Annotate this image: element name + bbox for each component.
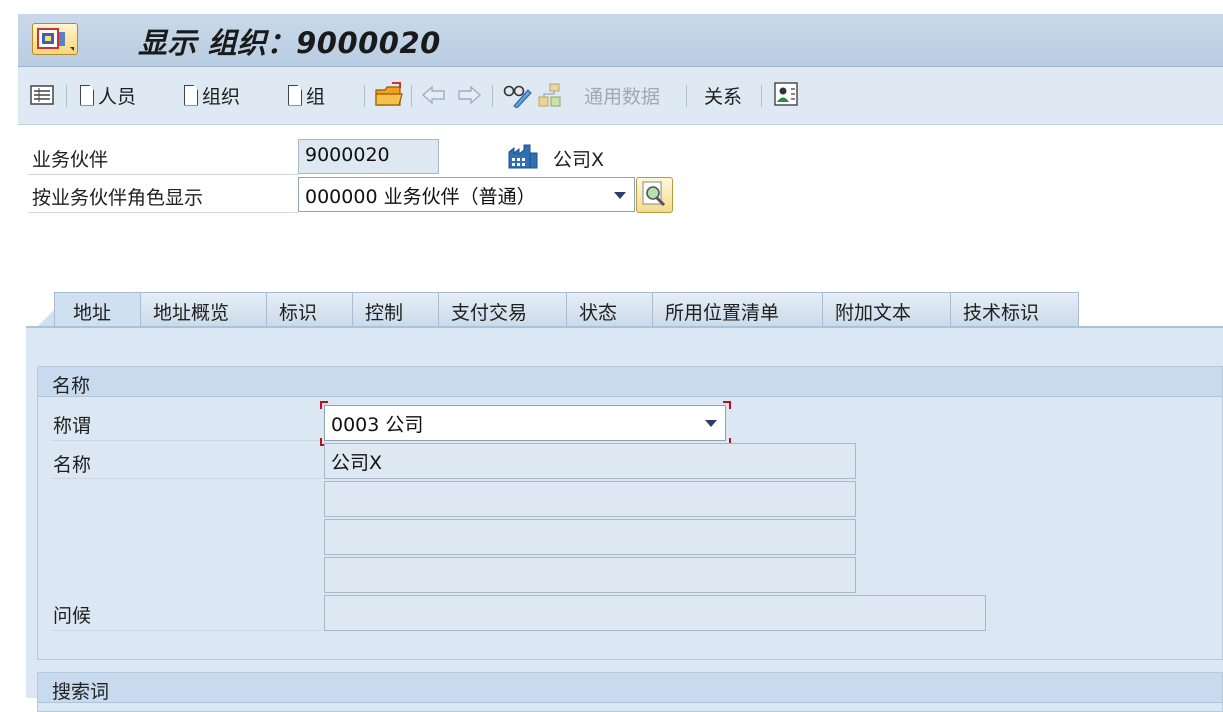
document-icon xyxy=(80,84,94,106)
dropdown-arrow-icon xyxy=(614,192,626,199)
system-menu-button[interactable] xyxy=(32,23,78,55)
hierarchy-button[interactable] xyxy=(536,81,564,109)
list-icon xyxy=(30,85,54,105)
document-icon xyxy=(288,84,302,106)
hierarchy-icon xyxy=(538,83,561,107)
name-line-1-field[interactable]: 公司X xyxy=(324,443,856,479)
organization-icon xyxy=(508,143,538,173)
greeting-field[interactable] xyxy=(324,595,986,631)
business-partner-label: 业务伙伴 xyxy=(32,149,109,171)
system-menu-icon xyxy=(37,28,65,49)
tab-address[interactable]: 地址 xyxy=(54,292,141,326)
row-divider xyxy=(28,212,298,213)
name-line-3-field[interactable] xyxy=(324,519,856,555)
menu-chevron-icon xyxy=(70,47,74,51)
tab-address-overview[interactable]: 地址概览 xyxy=(140,292,267,326)
salutation-select-value: 0003 公司 xyxy=(331,414,424,436)
page-title: 显示 组织：9000020 xyxy=(138,26,441,60)
toolbar-separator xyxy=(364,85,365,107)
toolbar-separator xyxy=(761,85,762,107)
arrow-right-icon xyxy=(458,85,482,105)
business-partner-name: 公司X xyxy=(553,149,605,171)
application-toolbar: 人员 组织 组 通用数据 关系 xyxy=(18,67,1223,125)
search-term-group-box: 搜索词 xyxy=(37,672,1223,712)
toolbar-separator xyxy=(686,85,687,107)
row-divider xyxy=(51,440,323,441)
row-divider xyxy=(51,630,323,631)
focus-indicator xyxy=(320,401,328,409)
toolbar-separator xyxy=(492,85,493,107)
salutation-select[interactable]: 0003 公司 xyxy=(324,405,726,441)
name-line-4-field[interactable] xyxy=(324,557,856,593)
greeting-label: 问候 xyxy=(53,605,92,627)
new-group-label: 组 xyxy=(306,85,326,108)
relationships-button[interactable]: 关系 xyxy=(704,81,742,109)
new-organization-label: 组织 xyxy=(202,85,241,108)
row-divider xyxy=(28,174,298,175)
tab-control[interactable]: 控制 xyxy=(352,292,439,326)
tab-additional-texts[interactable]: 附加文本 xyxy=(822,292,951,326)
title-bar: 显示 组织：9000020 xyxy=(18,14,1223,67)
dropdown-arrow-icon xyxy=(705,420,717,427)
tab-status[interactable]: 状态 xyxy=(566,292,653,326)
document-icon xyxy=(184,84,198,106)
tab-technical-ids[interactable]: 技术标识 xyxy=(950,292,1079,326)
general-data-label: 通用数据 xyxy=(584,85,661,108)
tab-strip: 地址 地址概览 标识 控制 支付交易 状态 所用位置清单 附加文本 技术标识 xyxy=(18,292,1223,328)
list-view-button[interactable] xyxy=(30,81,54,109)
arrow-left-icon xyxy=(421,85,445,105)
general-data-button[interactable]: 通用数据 xyxy=(584,81,660,109)
name-label: 名称 xyxy=(53,454,92,476)
tab-where-used-list[interactable]: 所用位置清单 xyxy=(652,292,823,326)
new-person-button[interactable]: 人员 xyxy=(80,81,136,109)
display-change-button[interactable] xyxy=(502,81,532,109)
name-group-header: 名称 xyxy=(38,367,1222,397)
next-button[interactable] xyxy=(456,81,482,109)
role-change-button[interactable] xyxy=(636,177,673,213)
business-partner-field[interactable]: 9000020 xyxy=(298,139,439,174)
open-folder-icon xyxy=(375,82,403,106)
role-select-value: 000000 业务伙伴（普通） xyxy=(305,186,536,208)
magnifier-icon xyxy=(642,181,666,207)
partner-details-button[interactable] xyxy=(772,81,800,109)
tab-payment-transactions[interactable]: 支付交易 xyxy=(438,292,567,326)
previous-button[interactable] xyxy=(421,81,447,109)
search-term-group-header: 搜索词 xyxy=(38,673,1222,703)
new-person-label: 人员 xyxy=(98,85,137,108)
row-divider xyxy=(51,478,323,479)
tab-identification[interactable]: 标识 xyxy=(266,292,353,326)
open-button[interactable] xyxy=(374,81,404,109)
role-label: 按业务伙伴角色显示 xyxy=(32,187,204,209)
role-select[interactable]: 000000 业务伙伴（普通） xyxy=(298,177,635,212)
focus-indicator xyxy=(723,401,731,409)
relationships-label: 关系 xyxy=(704,85,743,108)
toolbar-separator xyxy=(411,85,412,107)
salutation-label: 称谓 xyxy=(53,415,92,437)
tab-strip-edge xyxy=(38,310,54,326)
new-group-button[interactable]: 组 xyxy=(288,81,325,109)
toolbar-separator xyxy=(66,85,67,107)
new-organization-button[interactable]: 组织 xyxy=(184,81,240,109)
name-line-2-field[interactable] xyxy=(324,481,856,517)
person-card-icon xyxy=(774,82,798,106)
glasses-pencil-icon xyxy=(503,85,532,108)
